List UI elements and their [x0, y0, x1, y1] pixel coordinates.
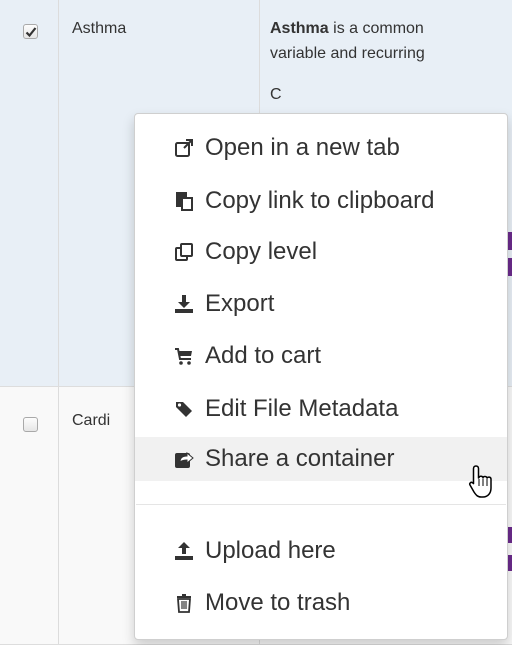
trash-icon	[173, 592, 195, 614]
upload-icon	[173, 540, 195, 562]
menu-item-label: Export	[205, 290, 275, 317]
menu-item-move-to-trash[interactable]: Move to trash	[135, 583, 507, 623]
download-icon	[173, 293, 195, 315]
menu-item-share-container[interactable]: Share a container	[135, 437, 507, 481]
copy-icon	[173, 241, 195, 263]
pointer-hand-icon	[468, 464, 498, 505]
row-name: Asthma	[72, 20, 127, 37]
menu-item-label: Move to trash	[205, 589, 351, 616]
link-fragment	[508, 232, 512, 250]
menu-item-copy-link[interactable]: Copy link to clipboard	[135, 181, 507, 221]
tag-icon	[173, 398, 195, 420]
description-text: is a common	[328, 20, 424, 37]
menu-item-label: Open in a new tab	[205, 134, 400, 161]
menu-item-label: Copy level	[205, 238, 318, 265]
link-fragment	[508, 527, 512, 543]
clipboard-icon	[173, 190, 195, 212]
row-checkbox[interactable]	[23, 417, 38, 432]
menu-item-add-to-cart[interactable]: Add to cart	[135, 336, 507, 376]
row-checkbox[interactable]	[23, 24, 38, 39]
menu-item-upload-here[interactable]: Upload here	[135, 531, 507, 571]
row-name: Cardi	[72, 412, 111, 429]
menu-item-edit-metadata[interactable]: Edit File Metadata	[135, 389, 507, 429]
link-fragment	[508, 258, 512, 276]
description-line-2: variable and recurring	[270, 45, 425, 62]
menu-divider	[136, 504, 506, 505]
checkmark-icon	[25, 27, 37, 38]
external-link-icon	[173, 137, 195, 159]
link-fragment	[508, 555, 512, 571]
column-divider	[58, 387, 59, 644]
share-icon	[173, 448, 195, 470]
menu-item-export[interactable]: Export	[135, 284, 507, 324]
menu-item-label: Add to cart	[205, 342, 322, 369]
row-description: Asthma is a common variable and recurrin…	[270, 16, 512, 107]
cart-icon	[173, 345, 195, 367]
menu-item-copy-level[interactable]: Copy level	[135, 232, 507, 272]
menu-item-open-new-tab[interactable]: Open in a new tab	[135, 128, 507, 168]
description-bold-term: Asthma	[270, 20, 329, 37]
description-line-3: C	[270, 86, 282, 103]
menu-item-label: Upload here	[205, 537, 336, 564]
column-divider	[58, 0, 59, 386]
menu-item-label: Copy link to clipboard	[205, 187, 435, 214]
menu-item-label: Share a container	[205, 445, 395, 472]
menu-item-label: Edit File Metadata	[205, 395, 399, 422]
context-menu: Open in a new tab Copy link to clipboard…	[134, 113, 508, 640]
